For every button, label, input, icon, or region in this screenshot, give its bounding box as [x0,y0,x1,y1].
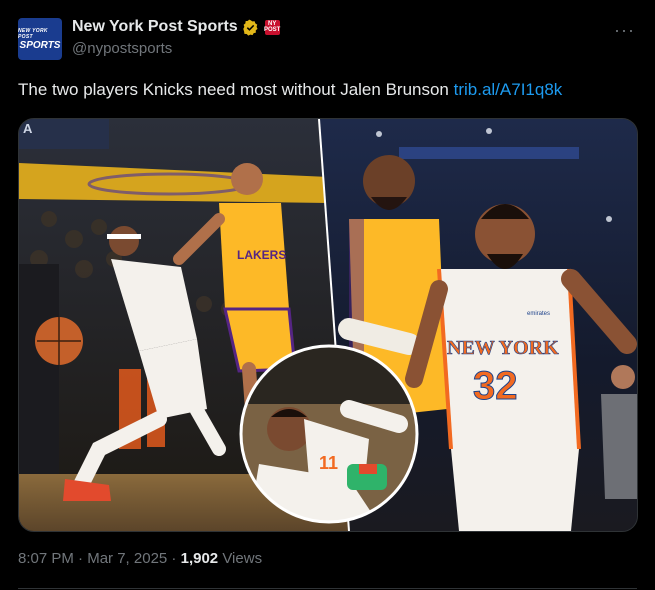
post-date[interactable]: Mar 7, 2025 [87,550,167,567]
sponsor-patch: emirates [527,311,550,317]
post-header: NEW YORK POST SPORTS New York Post Sport… [18,16,637,62]
meta-separator: · [73,550,88,567]
jersey-knicks-number: 32 [473,364,518,408]
basketball-photo-collage: A LAKERS NEW YORK 32 emirates 11 [19,119,637,531]
avatar-text-top: NEW YORK POST [18,27,48,40]
jersey-inset-number: 11 [319,453,338,473]
post-text-body: The two players Knicks need most without… [18,80,454,99]
post-link[interactable]: trib.al/A7I1q8k [454,80,563,99]
banner-letter: A [23,121,33,136]
views-label: Views [218,550,263,567]
divider [18,588,637,589]
inset-photo: 11 [239,344,419,524]
affiliate-badge[interactable]: NY POST [264,19,280,35]
handle[interactable]: @nypostsports [72,40,280,57]
author-info: New York Post Sports NY POST @nypostspor… [72,16,280,57]
views-count[interactable]: 1,902 [181,550,219,567]
verified-gold-check-icon [242,19,258,36]
avatar[interactable]: NEW YORK POST SPORTS [18,18,62,60]
more-options-icon[interactable]: ··· [614,20,635,41]
meta-separator-2: · [167,550,181,567]
jersey-lakers-text: LAKERS [237,248,286,262]
post-meta: 8:07 PM · Mar 7, 2025 · 1,902 Views [18,550,262,567]
jersey-knicks-text: NEW YORK [447,337,559,359]
display-name[interactable]: New York Post Sports [72,18,238,36]
post-text: The two players Knicks need most without… [18,80,562,100]
post-time[interactable]: 8:07 PM [18,550,74,567]
avatar-text-main: SPORTS [19,39,61,51]
post-image[interactable]: A LAKERS NEW YORK 32 emirates 11 [18,118,638,532]
